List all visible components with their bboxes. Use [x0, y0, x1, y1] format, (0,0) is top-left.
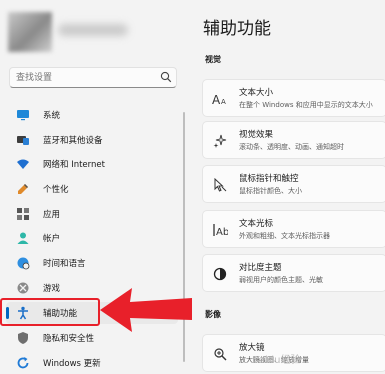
sidebar-item-time-language[interactable]: 时间和语言 — [6, 252, 178, 274]
annotation-arrow-icon — [100, 288, 192, 332]
xbox-icon — [15, 280, 31, 296]
setting-card-title: 对比度主题 — [239, 263, 282, 273]
setting-card-mouse-pointer[interactable]: 鼠标指针和触控 鼠标指针颜色、大小 — [202, 165, 385, 203]
setting-card-subtitle: 外观和粗细、文本光标指示器 — [239, 232, 330, 240]
sidebar-item-network[interactable]: 网络和 Internet — [6, 153, 178, 175]
sidebar-item-label: 系统 — [43, 111, 61, 121]
account-name-blurred — [58, 24, 128, 36]
section-label-vision: 视觉 — [205, 55, 221, 64]
setting-card-text-cursor[interactable]: Ab 文本光标 外观和粗细、文本光标指示器 — [202, 210, 385, 248]
watermark: Baidu经验 — [252, 355, 301, 366]
pointer-icon — [212, 177, 228, 193]
shield-icon — [15, 330, 31, 346]
wifi-icon — [15, 156, 31, 172]
sparkle-icon — [212, 133, 228, 149]
sidebar-item-system[interactable]: 系统 — [6, 104, 178, 126]
sidebar-item-windows-update[interactable]: Windows 更新 — [6, 352, 178, 374]
sidebar-item-label: 蓝牙和其他设备 — [43, 136, 103, 146]
search-input[interactable] — [9, 67, 177, 88]
sidebar-item-apps[interactable]: 应用 — [6, 203, 178, 225]
sidebar-item-label: 隐私和安全性 — [43, 334, 95, 344]
sidebar-item-label: 游戏 — [43, 284, 61, 294]
search-icon[interactable] — [160, 71, 172, 83]
setting-card-title: 视觉效果 — [239, 130, 274, 140]
sidebar-item-bluetooth[interactable]: 蓝牙和其他设备 — [6, 129, 178, 151]
sidebar-item-personalization[interactable]: 个性化 — [6, 178, 178, 200]
monitor-icon — [15, 107, 31, 123]
svg-text:Ab: Ab — [216, 227, 228, 237]
svg-text:A: A — [212, 93, 221, 106]
sidebar-item-label: 帐户 — [43, 234, 61, 244]
setting-card-subtitle: 弱视用户的颜色主题、光敏 — [239, 276, 323, 284]
sidebar-item-label: 应用 — [43, 210, 61, 220]
bluetooth-devices-icon — [15, 132, 31, 148]
setting-card-visual-effects[interactable]: 视觉效果 滚动条、透明度、动画、通知超时 — [202, 121, 385, 159]
pen-icon — [15, 181, 31, 197]
magnifier-icon — [212, 346, 228, 362]
person-icon — [15, 230, 31, 246]
account-header[interactable] — [0, 0, 190, 60]
setting-card-subtitle: 鼠标指针颜色、大小 — [239, 187, 302, 195]
setting-card-title: 文本大小 — [239, 88, 274, 98]
apps-icon — [15, 206, 31, 222]
avatar[interactable] — [8, 12, 52, 52]
setting-card-subtitle: 滚动条、透明度、动画、通知超时 — [239, 143, 344, 151]
setting-card-text-size[interactable]: AA 文本大小 在整个 Windows 和应用中显示的文本大小 — [202, 79, 385, 117]
setting-card-title: 文本光标 — [239, 219, 274, 229]
setting-card-contrast-themes[interactable]: 对比度主题 弱视用户的颜色主题、光敏 — [202, 254, 385, 292]
contrast-icon — [212, 266, 228, 282]
svg-text:A: A — [221, 98, 226, 106]
text-cursor-icon: Ab — [212, 222, 228, 238]
sidebar-item-label: 时间和语言 — [43, 259, 86, 269]
setting-card-subtitle: 在整个 Windows 和应用中显示的文本大小 — [239, 101, 373, 109]
sidebar-item-accounts[interactable]: 帐户 — [6, 227, 178, 249]
update-icon — [15, 355, 31, 371]
section-label-hearing: 影像 — [205, 310, 221, 319]
setting-card-title: 鼠标指针和触控 — [239, 174, 299, 184]
sidebar-item-label: 个性化 — [43, 185, 69, 195]
globe-clock-icon — [15, 255, 31, 271]
annotation-highlight-box — [0, 298, 100, 326]
sidebar-item-label: Windows 更新 — [43, 359, 101, 369]
page-title: 辅助功能 — [203, 19, 271, 39]
sidebar-item-label: 网络和 Internet — [43, 160, 105, 170]
main-content: 辅助功能 视觉 AA 文本大小 在整个 Windows 和应用中显示的文本大小 … — [190, 0, 385, 374]
text-size-icon: AA — [212, 91, 228, 107]
